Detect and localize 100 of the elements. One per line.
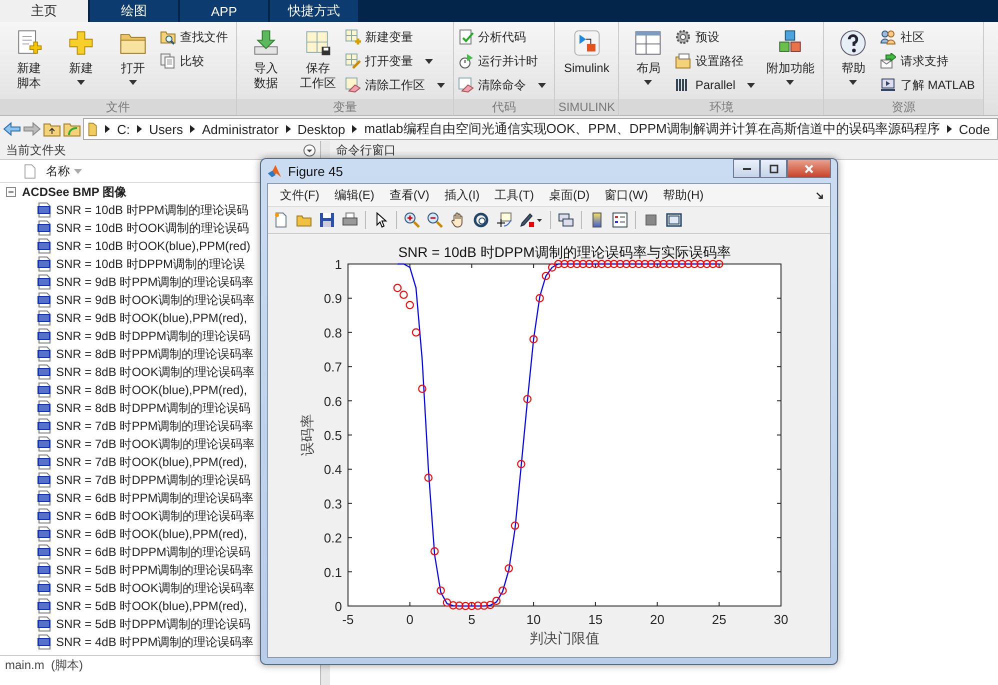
ribbon-button[interactable]: 打开变量 (345, 52, 445, 70)
ribbon-tab[interactable]: 绘图 (90, 0, 178, 22)
path-segment[interactable]: Users (149, 122, 183, 136)
file-name[interactable]: SNR = 6dB 时DPPM调制的理论误码 (56, 544, 250, 560)
menu-item[interactable]: 帮助(H) (662, 186, 704, 204)
ribbon-button[interactable]: 布局 (623, 26, 674, 99)
zoom-out-icon[interactable] (427, 212, 443, 228)
path-field[interactable]: C: Users Administrator Desktop matlab编程自由空间光通信实现OOK、PPM、DPPM调制解调并计算在高斯信道中的误码率源码程序 Code (83, 118, 998, 140)
file-name[interactable]: SNR = 9dB 时PPM调制的理论误码率 (56, 274, 254, 290)
ribbon-button[interactable]: 预设 (675, 28, 756, 46)
new-file-icon[interactable] (273, 212, 289, 228)
collapse-icon[interactable] (6, 187, 16, 197)
file-name[interactable]: SNR = 6dB 时PPM调制的理论误码率 (56, 490, 254, 506)
file-name[interactable]: SNR = 8dB 时OOK调制的理论误码率 (56, 364, 254, 380)
ribbon-button[interactable]: 请求支持 (880, 52, 975, 70)
menu-item[interactable]: 查看(V) (389, 186, 430, 204)
folders-icon (675, 53, 692, 69)
image-file-icon (37, 220, 51, 236)
file-name[interactable]: SNR = 8dB 时PPM调制的理论误码率 (56, 346, 254, 362)
path-segment[interactable]: Desktop (298, 122, 346, 136)
file-name[interactable]: SNR = 9dB 时DPPM调制的理论误码 (56, 328, 250, 344)
close-button[interactable] (787, 159, 831, 178)
zoom-in-icon[interactable] (404, 212, 420, 228)
ribbon-button[interactable]: 运行并计时 (458, 52, 546, 70)
file-name[interactable]: SNR = 6dB 时OOK调制的理论误码率 (56, 508, 254, 524)
file-name[interactable]: SNR = 10dB 时OOK调制的理论误码 (56, 220, 250, 236)
window-title: Figure 45 (288, 164, 343, 178)
image-file-icon (37, 382, 51, 398)
file-name[interactable]: SNR = 8dB 时DPPM调制的理论误码 (56, 400, 250, 416)
panel-menu-icon[interactable] (303, 144, 316, 156)
folder-search-icon (160, 29, 176, 45)
ribbon-button[interactable]: 分析代码 (458, 28, 546, 46)
minimize-button[interactable] (733, 159, 760, 178)
file-name[interactable]: SNR = 6dB 时OOK(blue),PPM(red), (56, 526, 248, 542)
ribbon-button[interactable]: 新建 (56, 26, 106, 99)
file-name[interactable]: SNR = 10dB 时DPPM调制的理论误 (56, 256, 246, 272)
file-name[interactable]: SNR = 7dB 时PPM调制的理论误码率 (56, 418, 254, 434)
path-segment[interactable]: Code (958, 122, 990, 136)
file-name[interactable]: SNR = 7dB 时OOK(blue),PPM(red), (56, 454, 248, 470)
back-arrow-icon[interactable] (3, 121, 21, 137)
file-name[interactable]: SNR = 10dB 时OOK(blue),PPM(red) (56, 238, 250, 254)
path-segment[interactable]: Administrator (202, 122, 279, 136)
menu-item[interactable]: 编辑(E) (334, 186, 374, 204)
brush-icon[interactable] (519, 212, 543, 228)
file-name[interactable]: SNR = 5dB 时DPPM调制的理论误码 (56, 616, 250, 632)
file-name[interactable]: SNR = 4dB 时PPM调制的理论误码率 (56, 634, 254, 650)
ribbon-button[interactable]: 设置路径 (675, 52, 756, 70)
link-icon[interactable] (558, 212, 574, 228)
ribbon-button[interactable]: 新建 脚本 (4, 26, 54, 99)
file-name[interactable]: SNR = 10dB 时PPM调制的理论误码 (56, 202, 248, 218)
up-folder-icon[interactable] (43, 121, 61, 137)
maximize-icon (768, 164, 778, 174)
menu-item[interactable]: 文件(F) (280, 186, 320, 204)
image-file-icon (37, 310, 51, 326)
save-icon[interactable] (319, 212, 335, 228)
square-icon[interactable] (643, 212, 659, 228)
ribbon-button[interactable]: 导入 数据 (241, 26, 291, 99)
rotate-icon[interactable] (473, 212, 489, 228)
file-name[interactable]: SNR = 7dB 时OOK调制的理论误码率 (56, 436, 254, 452)
file-name[interactable]: SNR = 5dB 时PPM调制的理论误码率 (56, 562, 254, 578)
menu-item[interactable]: 工具(T) (494, 186, 534, 204)
ribbon-button[interactable]: 附加功能 (761, 26, 820, 99)
ribbon-button[interactable]: 清除工作区 (345, 76, 445, 94)
ribbon-button[interactable]: 保存 工作区 (293, 26, 343, 99)
path-segment[interactable]: C: (117, 122, 130, 136)
image-file-icon (37, 364, 51, 380)
image-file-icon (37, 436, 51, 452)
image-file-icon (37, 274, 51, 290)
ribbon-button[interactable]: 清除命令 (458, 76, 546, 94)
menu-item[interactable]: 窗口(W) (604, 186, 648, 204)
dock-arrow-icon[interactable] (815, 190, 824, 200)
ribbon-button[interactable]: 社区 (880, 28, 975, 46)
path-segment[interactable]: matlab编程自由空间光通信实现OOK、PPM、DPPM调制解调并计算在高斯信道中的误码率源码程序 (364, 120, 940, 138)
menu-item[interactable]: 桌面(D) (548, 186, 590, 204)
print-icon[interactable] (342, 212, 358, 228)
legend-icon[interactable] (612, 212, 628, 228)
ribbon-button[interactable]: Parallel (675, 76, 756, 94)
menu-item[interactable]: 插入(I) (444, 186, 480, 204)
ribbon-button[interactable]: 新建变量 (345, 28, 445, 46)
ribbon-button[interactable]: 查找文件 (160, 28, 228, 46)
ribbon-button[interactable]: 了解 MATLAB (880, 76, 975, 94)
file-name[interactable]: SNR = 5dB 时OOK(blue),PPM(red), (56, 598, 248, 614)
ribbon-tab[interactable]: 主页 (0, 0, 88, 22)
file-name[interactable]: SNR = 8dB 时OOK(blue),PPM(red), (56, 382, 248, 398)
ribbon-button[interactable]: 打开 (108, 26, 158, 99)
data-cursor-icon[interactable] (496, 212, 512, 228)
file-name[interactable]: SNR = 5dB 时OOK调制的理论误码率 (56, 580, 254, 596)
column-header[interactable]: 名称 (46, 162, 70, 180)
ribbon-tab[interactable]: APP (180, 0, 268, 22)
tick-label: 30 (774, 612, 788, 627)
ribbon-button[interactable]: Simulink (559, 26, 614, 99)
file-name[interactable]: SNR = 9dB 时OOK(blue),PPM(red), (56, 310, 248, 326)
image-file-icon (37, 562, 51, 578)
file-name[interactable]: SNR = 9dB 时OOK调制的理论误码率 (56, 292, 254, 308)
file-name[interactable]: SNR = 7dB 时DPPM调制的理论误码 (56, 472, 250, 488)
ribbon-tab[interactable]: 快捷方式 (270, 0, 358, 22)
window-frame-icon[interactable] (666, 212, 682, 228)
ribbon-button[interactable]: 比较 (160, 52, 228, 70)
ribbon-button[interactable]: 帮助 (828, 26, 878, 99)
maximize-button[interactable] (760, 159, 787, 178)
